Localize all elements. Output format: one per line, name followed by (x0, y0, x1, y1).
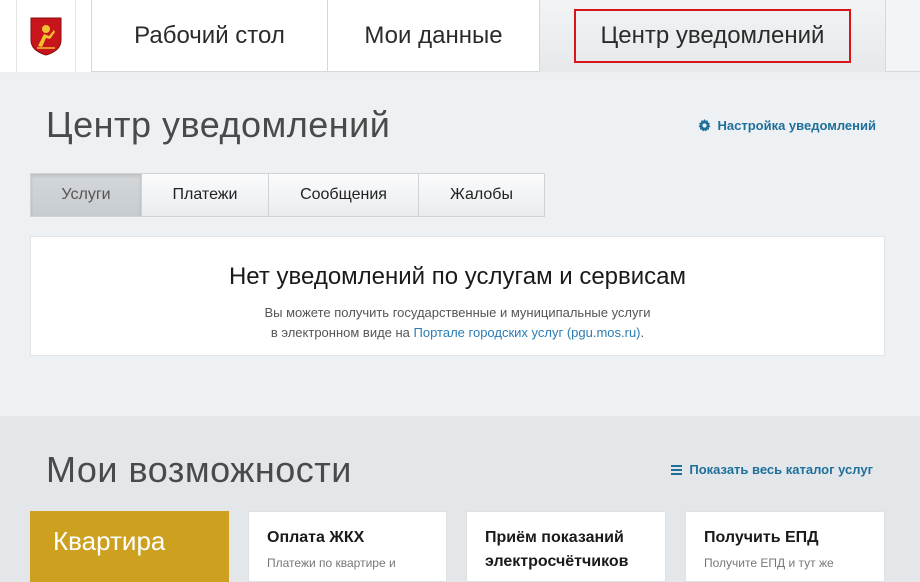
nav-filler (886, 0, 920, 71)
show-catalog-link[interactable]: Показать весь каталог услуг (671, 462, 873, 477)
empty-notifications-box: Нет уведомлений по услугам и сервисам Вы… (30, 236, 885, 356)
card-title: Оплата ЖКХ (267, 529, 365, 546)
empty-description: Вы можете получить государственные и мун… (31, 303, 884, 343)
tab-label: Жалобы (450, 186, 513, 203)
tab-complaints[interactable]: Жалобы (419, 174, 544, 216)
list-icon (671, 464, 683, 475)
empty-line-2-suffix: . (640, 325, 645, 340)
catalog-link-label: Показать весь каталог услуг (689, 462, 873, 477)
empty-title: Нет уведомлений по услугам и сервисам (228, 263, 687, 290)
page-title: Центр уведомлений (46, 104, 391, 145)
capabilities-title: Мои возможности (46, 449, 352, 490)
logo-cell[interactable] (0, 0, 92, 72)
highlight-frame (574, 9, 851, 63)
moscow-coat-of-arms-icon (30, 17, 61, 56)
empty-line-2-prefix: в электронном виде на (270, 325, 414, 340)
card-title: Приём показаний электросчётчиков (485, 529, 629, 570)
nav-tab-notification-center[interactable]: Центр уведомлений (540, 0, 886, 72)
tab-label: Сообщения (300, 186, 387, 203)
gear-icon (698, 119, 711, 132)
notification-settings-link[interactable]: Настройка уведомлений (698, 118, 876, 133)
nav-tab-label: Мои данные (364, 22, 503, 49)
tab-label: Платежи (172, 186, 238, 203)
card-title: Квартира (53, 526, 166, 556)
city-services-portal-link[interactable]: Порталe городских услуг (pgu.mos.ru) (414, 325, 641, 340)
empty-line-1: Вы можете получить государственные и мун… (264, 305, 651, 320)
card-utility-payment[interactable]: Оплата ЖКХ Платежи по квартире и (248, 511, 447, 582)
nav-tab-desktop[interactable]: Рабочий стол (92, 0, 328, 72)
card-title: Получить ЕПД (704, 529, 819, 546)
nav-tab-my-data[interactable]: Мои данные (328, 0, 540, 72)
nav-tab-label: Рабочий стол (134, 22, 285, 49)
tab-label: Услуги (61, 186, 111, 203)
card-get-epd[interactable]: Получить ЕПД Получите ЕПД и тут же (685, 511, 885, 582)
tab-messages[interactable]: Сообщения (269, 174, 419, 216)
settings-link-label: Настройка уведомлений (717, 118, 876, 133)
card-description: Платежи по квартире и (267, 556, 396, 570)
card-apartment[interactable]: Квартира (30, 511, 229, 582)
card-meter-readings[interactable]: Приём показаний электросчётчиков (466, 511, 666, 582)
empty-line-2: в электронном виде на Порталe городских … (31, 323, 884, 343)
card-description: Получите ЕПД и тут же (704, 556, 834, 570)
tab-payments[interactable]: Платежи (142, 174, 269, 216)
logo-frame (15, 0, 76, 72)
top-navigation: Рабочий стол Мои данные Центр уведомлени… (0, 0, 920, 72)
tab-services[interactable]: Услуги (31, 174, 142, 216)
notification-tabs: Услуги Платежи Сообщения Жалобы (30, 173, 545, 217)
